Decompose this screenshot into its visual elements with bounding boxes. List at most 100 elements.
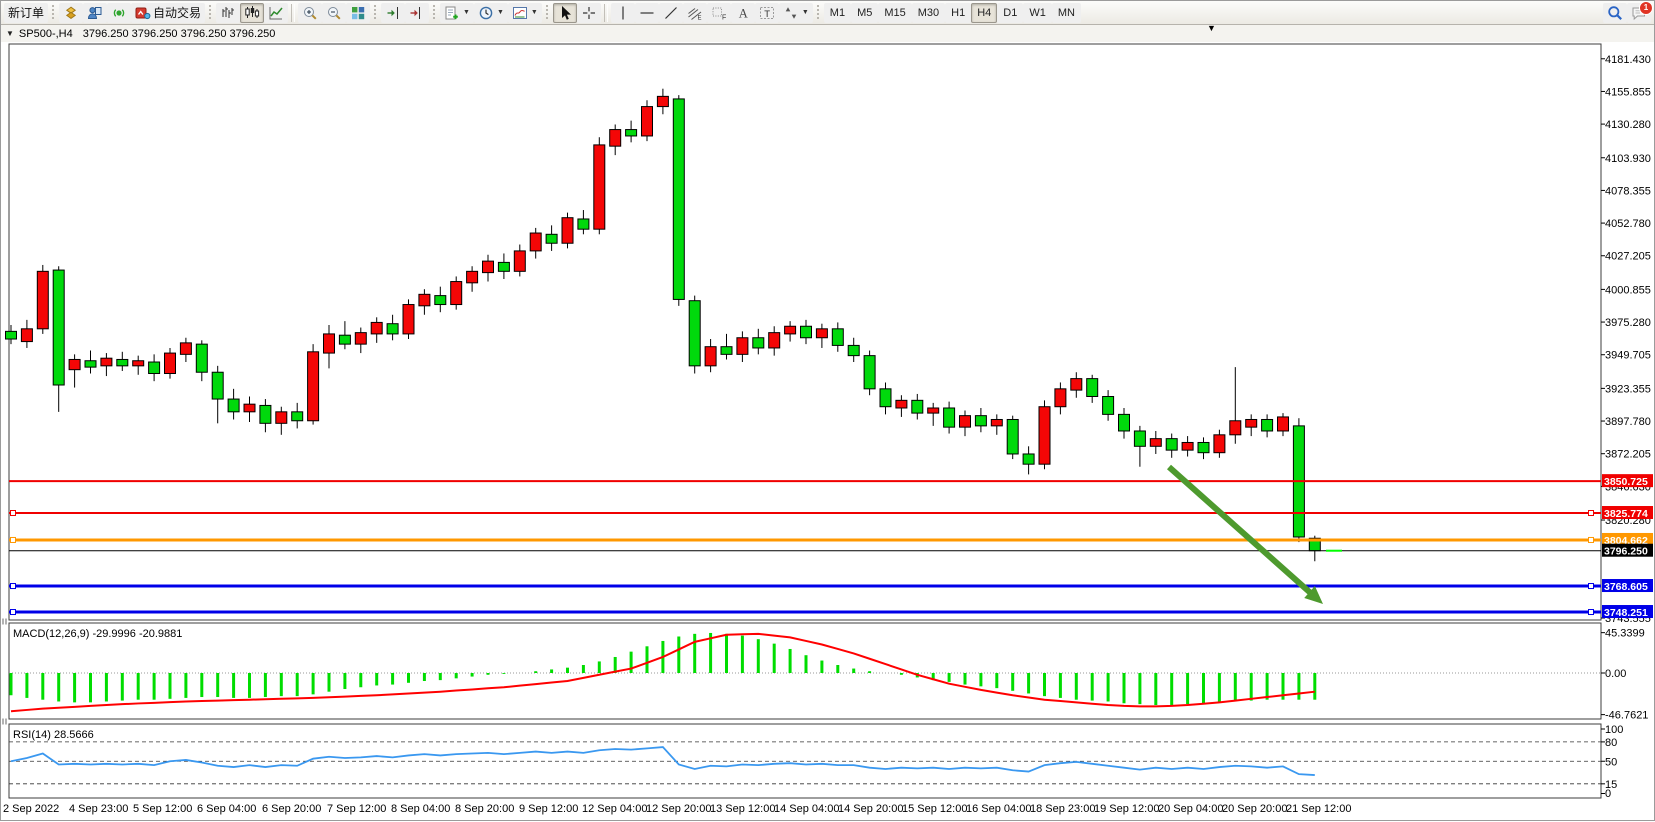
svg-text:5 Sep 12:00: 5 Sep 12:00 (133, 803, 192, 815)
toolbar: 新订单 自动交易 ▼ ▼ ▼ EFAT ▼ M1M5M15M30H1H4D1W1MN 1 (1, 1, 1654, 25)
chat-icon: 1 (1631, 5, 1647, 21)
svg-text:15 Sep 12:00: 15 Sep 12:00 (902, 803, 967, 815)
texta-icon: A (735, 5, 751, 21)
svg-text:14 Sep 04:00: 14 Sep 04:00 (774, 803, 839, 815)
candles-icon (244, 5, 260, 21)
chart-shift-button[interactable] (405, 3, 429, 23)
autoscroll-icon (385, 5, 401, 21)
toolbar-separator (291, 4, 295, 22)
svg-text:4000.855: 4000.855 (1605, 284, 1651, 296)
timeframe-button-mn[interactable]: MN (1052, 3, 1081, 23)
svg-text:20 Sep 04:00: 20 Sep 04:00 (1158, 803, 1223, 815)
trendline-button[interactable] (659, 3, 683, 23)
addind-icon (444, 5, 460, 21)
gridf-icon: F (711, 5, 727, 21)
text-label-button[interactable]: T (755, 3, 779, 23)
svg-text:3949.705: 3949.705 (1605, 350, 1651, 362)
svg-text:4078.355: 4078.355 (1605, 185, 1651, 197)
timeframe-button-d1[interactable]: D1 (997, 3, 1023, 23)
period-menu-button[interactable]: ▼ (474, 3, 508, 23)
svg-text:8 Sep 04:00: 8 Sep 04:00 (391, 803, 450, 815)
signal-icon[interactable] (107, 3, 131, 23)
hline-icon (639, 5, 655, 21)
svg-text:100: 100 (1605, 724, 1623, 736)
auto-trading-button-label: 自动交易 (153, 4, 201, 21)
timeframe-button-m5[interactable]: M5 (851, 3, 878, 23)
market-watch-icon[interactable] (59, 3, 83, 23)
timeframe-button-h1[interactable]: H1 (945, 3, 971, 23)
robot-icon (135, 5, 151, 21)
new-order-button-label: 新订单 (8, 4, 44, 21)
horizontal-line-button[interactable] (635, 3, 659, 23)
svg-text:50: 50 (1605, 756, 1617, 768)
svg-text:6 Sep 04:00: 6 Sep 04:00 (197, 803, 256, 815)
collapse-triangle-icon[interactable]: ▼ (6, 29, 14, 38)
toolbar-grip (51, 5, 56, 21)
chevron-down-icon: ▼ (463, 9, 470, 16)
zoomout-icon (326, 5, 342, 21)
svg-text:4155.855: 4155.855 (1605, 86, 1651, 98)
new-order-button[interactable]: 新订单 (4, 3, 48, 23)
text-button[interactable]: A (731, 3, 755, 23)
svg-text:4052.780: 4052.780 (1605, 218, 1651, 230)
svg-text:14 Sep 20:00: 14 Sep 20:00 (838, 803, 903, 815)
timeframe-button-w1[interactable]: W1 (1023, 3, 1052, 23)
timeframe-button-m1[interactable]: M1 (824, 3, 851, 23)
linec-icon (268, 5, 284, 21)
bars-icon (220, 5, 236, 21)
clock-icon (478, 5, 494, 21)
svg-text:RSI(14) 28.5666: RSI(14) 28.5666 (13, 729, 94, 741)
crosshair-button[interactable] (577, 3, 601, 23)
zoomin-icon (302, 5, 318, 21)
chart-canvas[interactable]: 4181.430 4155.855 4130.280 4103.930 4078.355… (1, 42, 1655, 822)
account-icon[interactable] (83, 3, 107, 23)
svg-text:3825.774: 3825.774 (1604, 508, 1648, 520)
svg-text:4103.930: 4103.930 (1605, 153, 1651, 165)
svg-text:16 Sep 04:00: 16 Sep 04:00 (966, 803, 1031, 815)
arrows-shapes-button[interactable]: ▼ (779, 3, 813, 23)
timeframe-button-m30[interactable]: M30 (912, 3, 945, 23)
chevron-down-icon: ▼ (497, 9, 504, 16)
svg-text:9 Sep 12:00: 9 Sep 12:00 (519, 803, 578, 815)
svg-text:19 Sep 12:00: 19 Sep 12:00 (1094, 803, 1159, 815)
fibonacci-button[interactable]: E (683, 3, 707, 23)
toolbar-separator (604, 4, 608, 22)
trend-icon (663, 5, 679, 21)
vertical-line-button[interactable] (611, 3, 635, 23)
zoom-in-button[interactable] (298, 3, 322, 23)
svg-text:3872.205: 3872.205 (1605, 449, 1651, 461)
shapes-icon (783, 5, 799, 21)
tiles-icon (350, 5, 366, 21)
auto-scroll-button[interactable] (381, 3, 405, 23)
svg-text:3975.280: 3975.280 (1605, 317, 1651, 329)
channel-button[interactable]: F (707, 3, 731, 23)
coins-icon (63, 5, 79, 21)
template-button[interactable]: ▼ (508, 3, 542, 23)
zoom-out-button[interactable] (322, 3, 346, 23)
chat-button[interactable]: 1 (1627, 3, 1651, 23)
cursor-button[interactable] (553, 3, 577, 23)
crosshair-icon (581, 5, 597, 21)
timeframe-button-h4[interactable]: H4 (971, 3, 997, 23)
svg-text:3897.780: 3897.780 (1605, 416, 1651, 428)
chartshift-icon (409, 5, 425, 21)
magnifier-icon (1607, 5, 1623, 21)
svg-text:80: 80 (1605, 737, 1617, 749)
auto-trading-button[interactable]: 自动交易 (131, 3, 205, 23)
svg-text:4181.430: 4181.430 (1605, 54, 1651, 66)
bar-chart-button[interactable] (216, 3, 240, 23)
search-button[interactable] (1603, 3, 1627, 23)
line-chart-button[interactable] (264, 3, 288, 23)
candle-chart-button[interactable] (240, 3, 264, 23)
timeframe-button-m15[interactable]: M15 (878, 3, 911, 23)
svg-text:3748.251: 3748.251 (1604, 607, 1648, 619)
vline-icon (615, 5, 631, 21)
svg-text:A: A (739, 6, 748, 20)
svg-text:7 Sep 12:00: 7 Sep 12:00 (327, 803, 386, 815)
svg-text:4130.280: 4130.280 (1605, 119, 1651, 131)
fibo-icon: E (687, 5, 703, 21)
tile-windows-button[interactable] (346, 3, 370, 23)
add-indicator-button[interactable]: ▼ (440, 3, 474, 23)
chevron-down-icon: ▼ (802, 9, 809, 16)
person-icon (87, 5, 103, 21)
